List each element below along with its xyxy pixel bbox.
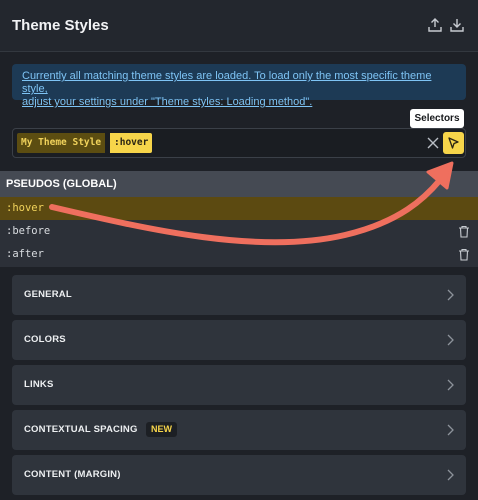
section-contextual-spacing[interactable]: CONTEXTUAL SPACING NEW [12,410,466,450]
section-colors[interactable]: COLORS [12,320,466,360]
pseudo-item-hover[interactable]: :hover [0,197,478,220]
download-icon[interactable] [449,17,465,33]
pseudos-heading: PSEUDOS (GLOBAL) [0,171,478,197]
selector-input[interactable]: My Theme Style :hover [12,128,466,158]
chevron-right-icon [447,289,454,301]
notice-link-line-2[interactable]: adjust your settings under "Theme styles… [22,96,312,108]
chevron-right-icon [447,469,454,481]
loading-method-notice: Currently all matching theme styles are … [12,64,466,108]
section-label: CONTENT (MARGIN) [24,469,121,480]
section-label: COLORS [24,334,66,345]
section-links[interactable]: LINKS [12,365,466,405]
section-content-margin[interactable]: CONTENT (MARGIN) [12,455,466,495]
chevron-right-icon [447,379,454,391]
cursor-icon [448,137,459,149]
section-label: LINKS [24,379,54,390]
panel-header: Theme Styles [0,0,478,52]
trash-icon[interactable] [458,225,470,238]
new-badge: NEW [146,422,177,437]
pseudos-dropdown: PSEUDOS (GLOBAL) :hover :before :after [0,171,478,267]
theme-style-chip[interactable]: My Theme Style [17,133,106,153]
pseudo-item-label: :after [6,248,44,260]
pseudo-item-label: :hover [6,202,44,214]
panel-title: Theme Styles [12,17,109,34]
selectors-button[interactable] [443,132,464,154]
state-chip[interactable]: :hover [110,133,153,153]
notice-link-line-1[interactable]: Currently all matching theme styles are … [22,70,431,95]
close-icon[interactable] [426,136,440,150]
chevron-right-icon [447,424,454,436]
section-label: GENERAL [24,289,72,300]
trash-icon[interactable] [458,248,470,261]
section-label: CONTEXTUAL SPACING [24,424,138,435]
pseudo-item-before[interactable]: :before [0,220,478,243]
upload-icon[interactable] [427,17,443,33]
chevron-right-icon [447,334,454,346]
selectors-tooltip: Selectors [410,109,464,132]
pseudo-item-label: :before [6,225,51,237]
pseudo-item-after[interactable]: :after [0,243,478,266]
section-general[interactable]: GENERAL [12,275,466,315]
